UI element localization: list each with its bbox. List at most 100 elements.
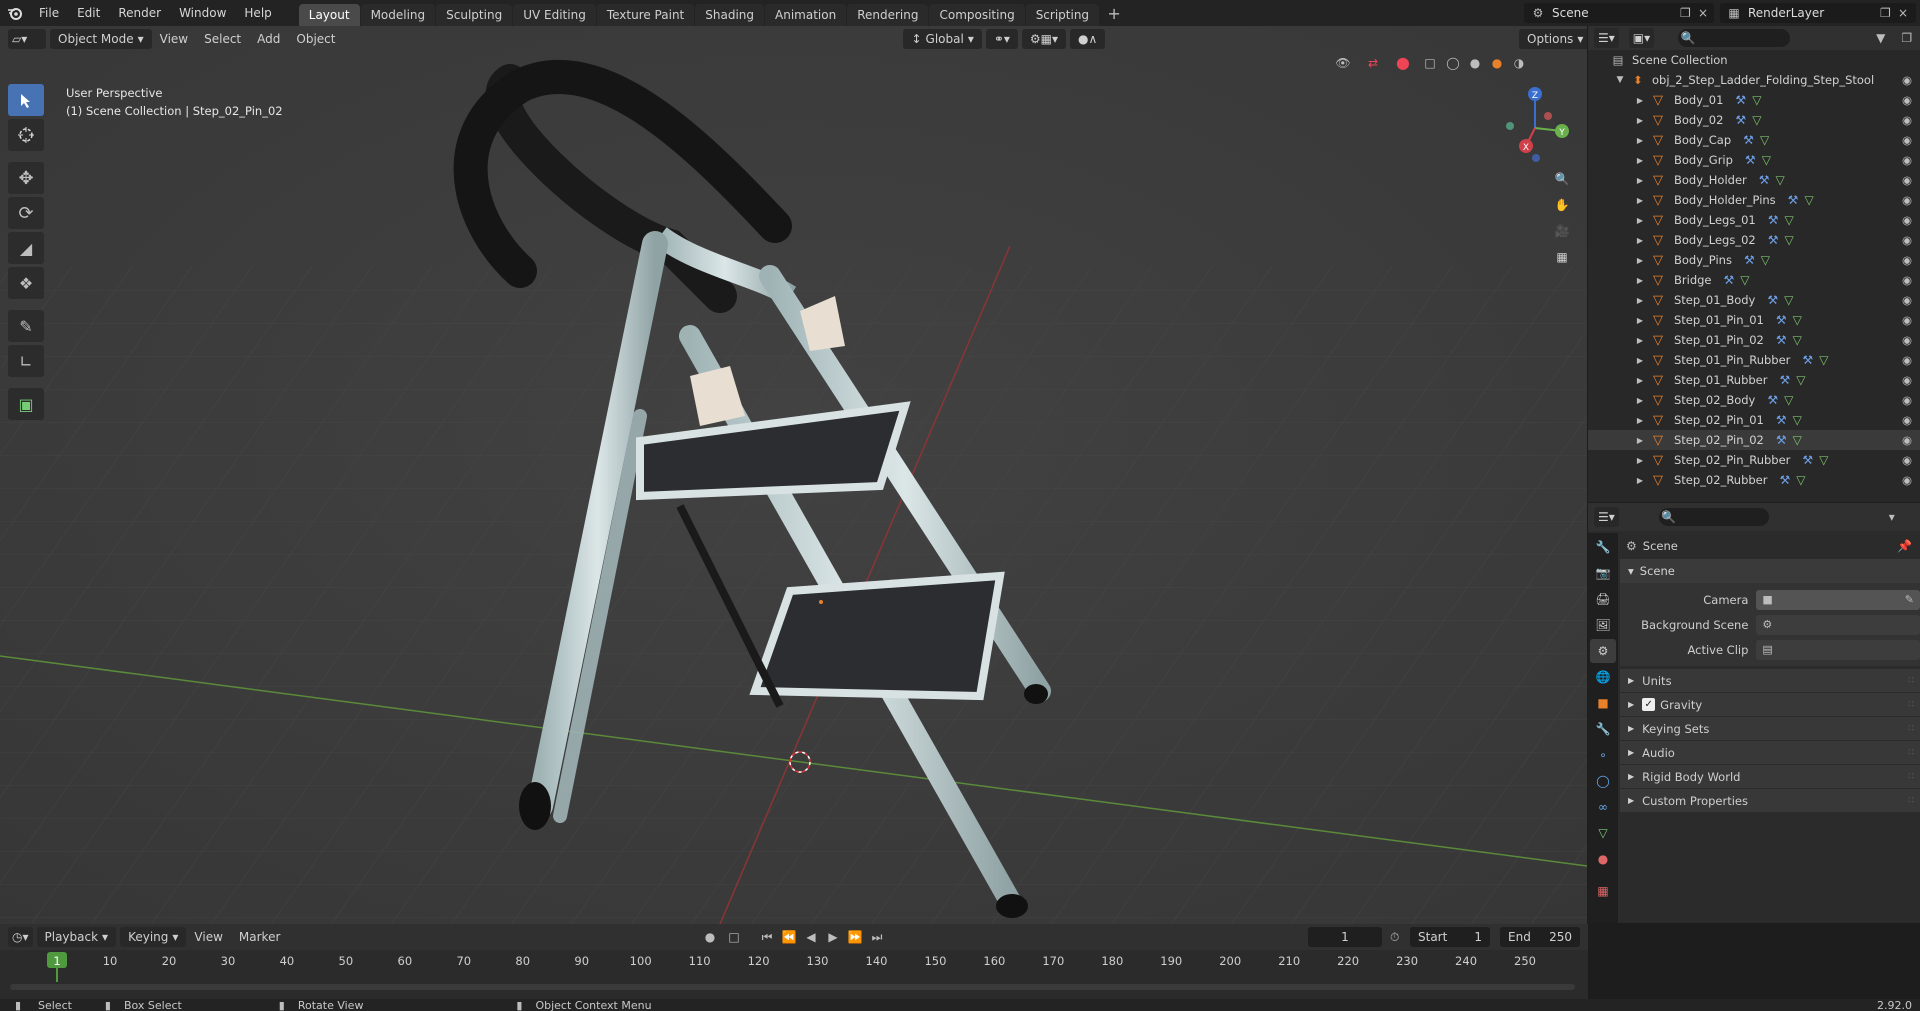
expand-icon[interactable]: ▶ (1634, 136, 1646, 145)
subpanel-keying-sets[interactable]: ▶ Keying Sets ∷ (1620, 716, 1920, 740)
new-scene-icon[interactable]: ❐ (1680, 6, 1691, 20)
camera-field[interactable]: ■ ✎ (1756, 589, 1920, 610)
drag-handle-icon[interactable]: ∷ (1908, 700, 1914, 710)
menu-help[interactable]: Help (235, 0, 280, 26)
mesh-data-icon[interactable]: ▽ (1760, 133, 1769, 147)
modifier-wrench-icon[interactable]: ⚒ (1768, 233, 1779, 247)
outliner-item[interactable]: ▶ ▽ Body_Holder_Pins ⚒ ▽ ◉ (1588, 190, 1920, 210)
modifier-wrench-icon[interactable]: ⚒ (1779, 473, 1790, 487)
solid-shading-icon[interactable]: ● (1466, 56, 1484, 70)
snap-toggle[interactable]: ⚙▦▾ (1021, 29, 1067, 49)
mesh-data-icon[interactable]: ▽ (1819, 353, 1828, 367)
cursor-tool[interactable] (8, 119, 44, 151)
mesh-data-icon[interactable]: ▽ (1752, 113, 1761, 127)
properties-options-icon[interactable]: ▾ (1889, 510, 1895, 524)
modifier-wrench-icon[interactable]: ⚒ (1767, 393, 1778, 407)
material-shading-icon[interactable]: ● (1488, 56, 1506, 70)
outliner-item[interactable]: ▶ ▽ Step_02_Pin_Rubber ⚒ ▽ ◉ (1588, 450, 1920, 470)
tab-shading[interactable]: Shading (695, 4, 764, 26)
move-tool[interactable]: ✥ (8, 162, 44, 194)
editor-type-button[interactable]: ▱▾ (8, 29, 46, 49)
subpanel-units[interactable]: ▶ Units ∷ (1620, 668, 1920, 692)
proportional-edit-toggle[interactable]: ●∧ (1070, 29, 1106, 49)
visibility-eye-icon[interactable]: ◉ (1902, 313, 1912, 327)
blender-logo-icon[interactable] (0, 0, 30, 26)
visibility-eye-icon[interactable]: ◉ (1902, 93, 1912, 107)
mesh-data-icon[interactable]: ▽ (1762, 153, 1771, 167)
visibility-eye-icon[interactable]: ◉ (1902, 473, 1912, 487)
material-tab-icon[interactable]: ● (1590, 847, 1616, 871)
outliner-item[interactable]: ▶ ▽ Step_01_Pin_01 ⚒ ▽ ◉ (1588, 310, 1920, 330)
expand-icon[interactable]: ▶ (1634, 216, 1646, 225)
xray-toggle-icon[interactable]: □ (1420, 56, 1440, 70)
subpanel-audio[interactable]: ▶ Audio ∷ (1620, 740, 1920, 764)
expand-icon[interactable]: ▶ (1634, 236, 1646, 245)
new-collection-icon[interactable]: ❐ (1901, 31, 1912, 45)
visibility-eye-icon[interactable]: ◉ (1902, 193, 1912, 207)
properties-search-input[interactable]: 🔍 (1658, 508, 1769, 526)
world-tab-icon[interactable]: 🌐 (1590, 665, 1616, 689)
modifier-wrench-icon[interactable]: ⚒ (1776, 333, 1787, 347)
expand-icon[interactable]: ▶ (1634, 436, 1646, 445)
mesh-data-icon[interactable]: ▽ (1752, 93, 1761, 107)
scene-panel-header[interactable]: ▾ Scene (1620, 559, 1920, 583)
subpanel-custom-properties[interactable]: ▶ Custom Properties ∷ (1620, 788, 1920, 812)
modifier-wrench-icon[interactable]: ⚒ (1735, 113, 1746, 127)
mesh-data-icon[interactable]: ▽ (1819, 453, 1828, 467)
background-scene-field[interactable]: ⚙ (1756, 614, 1920, 635)
outliner-item[interactable]: ▶ ▽ Step_01_Body ⚒ ▽ ◉ (1588, 290, 1920, 310)
expand-icon[interactable]: ▶ (1634, 376, 1646, 385)
visibility-eye-icon[interactable]: ◉ (1902, 413, 1912, 427)
modifier-wrench-icon[interactable]: ⚒ (1802, 453, 1813, 467)
outliner-item[interactable]: ▶ ▽ Step_01_Pin_Rubber ⚒ ▽ ◉ (1588, 350, 1920, 370)
visibility-eye-icon[interactable]: ◉ (1902, 293, 1912, 307)
tool-tab-icon[interactable]: 🔧 (1590, 535, 1616, 559)
options-dropdown[interactable]: Options ▾ (1519, 29, 1587, 49)
outliner-item[interactable]: ▶ ▽ Step_01_Rubber ⚒ ▽ ◉ (1588, 370, 1920, 390)
viewport-menu-view[interactable]: View (152, 29, 196, 49)
visibility-eye-icon[interactable]: ◉ (1902, 233, 1912, 247)
drag-handle-icon[interactable]: ∷ (1908, 724, 1914, 734)
visibility-eye-icon[interactable]: ◉ (1902, 273, 1912, 287)
outliner-item[interactable]: ▶ ▽ Step_02_Rubber ⚒ ▽ ◉ (1588, 470, 1920, 490)
outliner-item[interactable]: ▶ ▽ Body_Pins ⚒ ▽ ◉ (1588, 250, 1920, 270)
outliner-item[interactable]: ▶ ▽ Body_Legs_02 ⚒ ▽ ◉ (1588, 230, 1920, 250)
mesh-data-icon[interactable]: ▽ (1793, 433, 1802, 447)
render-tab-icon[interactable]: 📷 (1590, 561, 1616, 585)
rendered-shading-icon[interactable]: ◑ (1510, 56, 1528, 70)
pin-icon[interactable]: 📌 (1897, 539, 1912, 553)
outliner-root[interactable]: ▤ Scene Collection (1588, 50, 1920, 70)
viewport-menu-add[interactable]: Add (249, 29, 288, 49)
gravity-checkbox[interactable]: ✓ (1642, 698, 1656, 711)
visibility-eye-icon[interactable]: ◉ (1902, 393, 1912, 407)
modifier-wrench-icon[interactable]: ⚒ (1744, 253, 1755, 267)
visibility-eye-icon[interactable]: ◉ (1902, 213, 1912, 227)
transform-tool[interactable]: ❖ (8, 267, 44, 299)
mesh-data-icon[interactable]: ▽ (1776, 173, 1785, 187)
expand-icon[interactable]: ▶ (1634, 456, 1646, 465)
visibility-icon[interactable]: 👁 (1330, 56, 1356, 70)
mesh-data-icon[interactable]: ▽ (1796, 473, 1805, 487)
tab-rendering[interactable]: Rendering (847, 4, 929, 26)
new-layer-icon[interactable]: ❐ (1880, 6, 1891, 20)
modifier-wrench-icon[interactable]: ⚒ (1788, 193, 1799, 207)
object-mode-dropdown[interactable]: Object Mode ▾ (50, 29, 152, 49)
expand-icon[interactable]: ▼ (1614, 75, 1626, 85)
outliner-item[interactable]: ▶ ▽ Step_02_Pin_02 ⚒ ▽ ◉ (1588, 430, 1920, 450)
modifier-wrench-icon[interactable]: ⚒ (1743, 133, 1754, 147)
particles-tab-icon[interactable]: ∘ (1590, 743, 1616, 767)
modifier-wrench-icon[interactable]: ⚒ (1776, 433, 1787, 447)
outliner-item[interactable]: ▶ ▽ Step_02_Body ⚒ ▽ ◉ (1588, 390, 1920, 410)
expand-icon[interactable]: ▶ (1634, 96, 1646, 105)
transform-orientation-dropdown[interactable]: ↕ Global ▾ (903, 29, 982, 49)
outliner-search-input[interactable]: 🔍 (1678, 29, 1791, 47)
modifier-wrench-icon[interactable]: ⚒ (1745, 153, 1756, 167)
visibility-eye-icon[interactable]: ◉ (1902, 73, 1912, 87)
mesh-data-icon[interactable]: ▽ (1784, 393, 1793, 407)
expand-icon[interactable]: ▶ (1634, 116, 1646, 125)
expand-icon[interactable]: ▶ (1634, 356, 1646, 365)
mesh-data-icon[interactable]: ▽ (1784, 293, 1793, 307)
expand-icon[interactable]: ▶ (1634, 176, 1646, 185)
outliner-item[interactable]: ▶ ▽ Step_01_Pin_02 ⚒ ▽ ◉ (1588, 330, 1920, 350)
subpanel-gravity[interactable]: ▶ ✓ Gravity ∷ (1620, 692, 1920, 716)
